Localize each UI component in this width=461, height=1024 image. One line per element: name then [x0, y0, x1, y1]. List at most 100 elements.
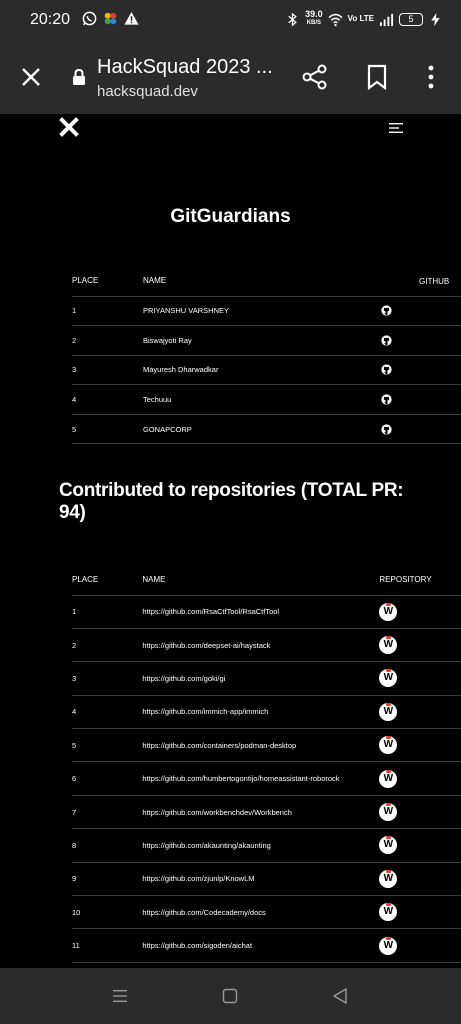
repository-icon[interactable]: W [379, 602, 398, 621]
member-name: PRIYANSHU VARSHNEY [143, 296, 381, 327]
member-name: Biswajyoti Ray [143, 325, 381, 356]
repo-link[interactable]: W [379, 728, 461, 763]
browser-toolbar: HackSquad 2023 ... hacksquad.dev [0, 42, 461, 114]
charging-icon [431, 12, 440, 26]
page-title[interactable]: HackSquad 2023 ... [97, 56, 273, 79]
github-link[interactable] [381, 325, 461, 356]
repository-icon[interactable]: W [379, 903, 398, 922]
repo-name: https://github.com/humbertogontijo/homea… [142, 761, 380, 796]
github-link[interactable] [381, 296, 461, 327]
repo-place: 4 [72, 695, 143, 730]
status-time: 20:20 [30, 11, 71, 28]
warning-icon [124, 11, 139, 25]
repo-name: https://github.com/immich-app/immich [142, 695, 380, 730]
github-link[interactable] [381, 384, 461, 415]
table-row: 10 https://github.com/Codecademy/docs W [72, 895, 461, 930]
volte-indicator: Vo LTE [347, 14, 374, 23]
repo-link[interactable]: W [379, 895, 461, 930]
repo-name: https://github.com/deepset-ai/haystack [142, 628, 380, 663]
repo-name: https://github.com/akaunting/akaunting [142, 828, 380, 863]
repository-icon[interactable]: W [379, 702, 398, 721]
hamburger-icon[interactable] [389, 122, 403, 134]
table-header-row: PLACE NAME [72, 266, 461, 297]
repo-link[interactable]: W [379, 628, 461, 663]
repo-link[interactable]: W [379, 595, 461, 629]
header-github: GITHUB [419, 277, 450, 286]
repo-link[interactable]: W [379, 795, 461, 830]
member-place: 3 [72, 355, 143, 386]
repo-link[interactable]: W [379, 661, 461, 696]
repo-name: https://github.com/goki/gi [142, 661, 380, 696]
repository-icon[interactable]: W [379, 769, 398, 788]
net-speed-unit: KB/S [306, 20, 322, 26]
repos-title: Contributed to repositories (TOTAL PR: 9… [59, 480, 404, 523]
system-icons: 39.0 KB/S Vo LTE 5 [285, 10, 443, 28]
repo-link[interactable]: W [379, 761, 461, 796]
repo-name: https://github.com/Codecademy/docs [142, 895, 380, 930]
table-row: 1 PRIYANSHU VARSHNEY [72, 296, 461, 327]
table-row: 3 Mayuresh Dharwadkar [72, 355, 461, 386]
table-row: 7 https://github.com/workbenchdev/Workben… [72, 795, 461, 830]
member-place: 4 [72, 384, 143, 415]
member-name: Mayuresh Dharwadkar [143, 355, 381, 386]
table-row: 9 https://github.com/zjunlp/KnowLM W [72, 862, 461, 897]
more-icon[interactable] [424, 64, 438, 90]
table-row: 5 https://github.com/containers/podman-de… [72, 728, 461, 763]
repo-place: 3 [72, 661, 143, 696]
member-name: Techuuu [143, 384, 381, 415]
repo-name: https://github.com/workbenchdev/Workbenc… [142, 795, 380, 830]
repo-place: 1 [72, 595, 143, 629]
table-row: 6 https://github.com/humbertogontijo/home… [72, 761, 461, 796]
github-icon[interactable] [381, 305, 392, 316]
github-icon[interactable] [381, 335, 392, 346]
repository-icon[interactable]: W [379, 736, 398, 755]
github-link[interactable] [381, 355, 461, 386]
repositories-table: PLACE NAME REPOSITORY 1 https://github.co… [72, 565, 461, 963]
repo-place: 10 [72, 895, 143, 930]
bluetooth-icon [288, 11, 297, 27]
table-header-row: PLACE NAME REPOSITORY [72, 565, 461, 596]
bookmark-icon[interactable] [366, 64, 388, 90]
close-icon[interactable] [20, 66, 42, 88]
table-row: 8 https://github.com/akaunting/akaunting W [72, 828, 461, 863]
back-icon[interactable] [332, 987, 348, 1005]
x-logo-icon[interactable] [59, 117, 79, 137]
header-name: NAME [142, 565, 380, 596]
repo-place: 9 [72, 862, 143, 897]
repository-icon[interactable]: W [379, 869, 398, 888]
repository-icon[interactable]: W [379, 936, 398, 955]
github-icon[interactable] [381, 394, 392, 405]
header-name: NAME [143, 266, 381, 297]
recent-apps-icon[interactable] [112, 988, 128, 1004]
repo-link[interactable]: W [379, 828, 461, 863]
battery-indicator: 5 [399, 12, 423, 26]
repository-icon[interactable]: W [379, 803, 398, 822]
share-icon[interactable] [302, 64, 328, 90]
table-row: 1 https://github.com/RsaCtfTool/RsaCtfToo… [72, 595, 461, 629]
repo-link[interactable]: W [379, 862, 461, 897]
table-row: 2 https://github.com/deepset-ai/haystack W [72, 628, 461, 663]
member-place: 1 [72, 296, 143, 327]
photos-icon [104, 12, 117, 25]
lock-icon[interactable] [72, 68, 86, 86]
github-icon[interactable] [381, 424, 392, 435]
repo-place: 7 [72, 795, 143, 830]
repo-link[interactable]: W [379, 928, 461, 963]
github-link[interactable] [381, 414, 461, 445]
repo-name: https://github.com/sigoden/aichat [142, 928, 380, 963]
table-row: 2 Biswajyoti Ray [72, 325, 461, 356]
page-url[interactable]: hacksquad.dev [97, 83, 198, 100]
repository-icon[interactable]: W [379, 669, 398, 688]
net-speed-value: 39.0 [305, 9, 323, 19]
wifi-icon [328, 13, 343, 26]
team-members-table: PLACE NAME 1 PRIYANSHU VARSHNEY 2 Biswaj… [72, 266, 461, 445]
github-icon[interactable] [381, 364, 392, 376]
repository-icon[interactable]: W [379, 836, 398, 855]
repository-icon[interactable]: W [379, 636, 398, 655]
home-icon[interactable] [222, 988, 238, 1004]
navigation-bar [0, 968, 461, 1024]
repo-link[interactable]: W [379, 695, 461, 730]
header-place: PLACE [72, 266, 143, 297]
repo-place: 5 [72, 728, 143, 763]
table-row: 5 GONAPCORP [72, 414, 461, 445]
